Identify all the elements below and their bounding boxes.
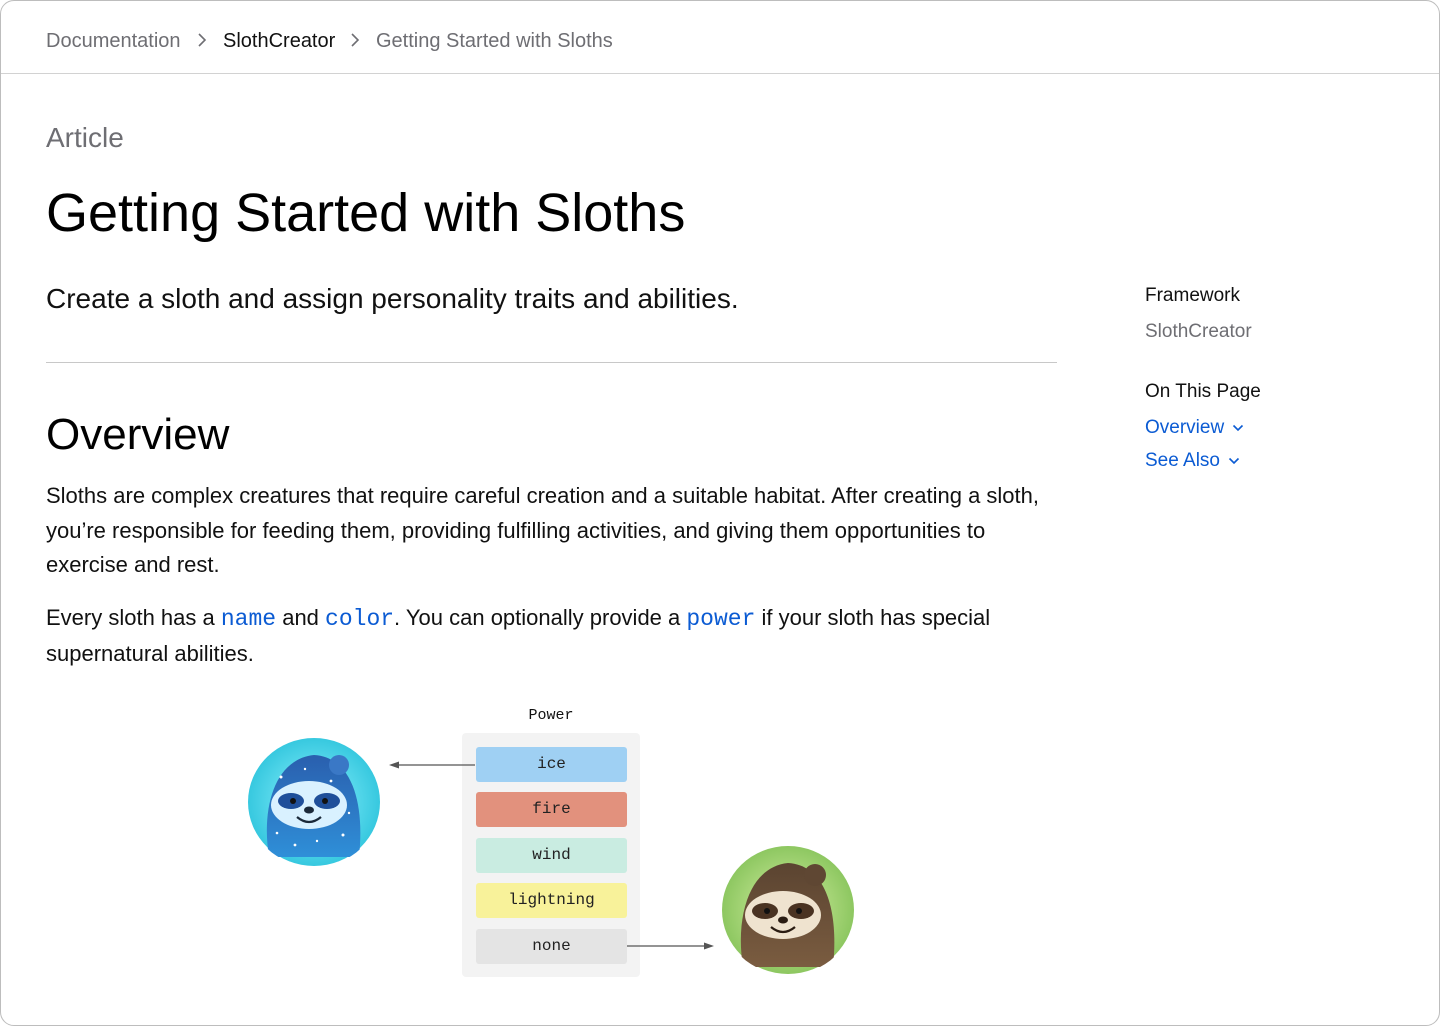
breadcrumb-current: Getting Started with Sloths <box>376 30 613 52</box>
breadcrumb: Documentation SlothCreator Getting Start… <box>1 1 1439 74</box>
divider <box>46 362 1057 363</box>
sloth-avatar <box>722 846 854 974</box>
article-abstract: Create a sloth and assign personality tr… <box>46 283 739 314</box>
on-this-page-label: On This Page <box>1145 381 1261 402</box>
symbol-link-power[interactable]: power <box>686 606 755 632</box>
symbol-link-name[interactable]: name <box>221 606 276 632</box>
breadcrumb-documentation[interactable]: Documentation <box>46 28 181 54</box>
text-span: and <box>276 605 326 630</box>
framework-label: Framework <box>1145 285 1241 306</box>
overview-paragraph-symbols: Every sloth has a name and color. You ca… <box>46 601 1066 671</box>
sidebar-link-see-also[interactable]: See Also <box>1145 449 1240 473</box>
overview-paragraph: Sloths are complex creatures that requir… <box>46 483 1039 577</box>
ice-sloth-avatar <box>248 738 380 866</box>
sidebar-link-label: See Also <box>1145 450 1220 471</box>
page-title: Getting Started with Sloths <box>46 183 686 243</box>
text-span: Every sloth has a <box>46 605 221 630</box>
chevron-right-icon <box>198 33 207 47</box>
text-span: . You can optionally provide a <box>394 605 687 630</box>
symbol-link-color[interactable]: color <box>325 606 394 632</box>
arrow-left-icon <box>389 761 475 769</box>
power-option-ice: ice <box>476 747 627 782</box>
article-eyebrow: Article <box>46 122 124 153</box>
arrow-right-icon <box>627 942 714 950</box>
chevron-right-icon <box>351 33 360 47</box>
power-option-wind: wind <box>476 838 627 873</box>
power-option-none: none <box>476 929 627 964</box>
overview-heading: Overview <box>46 410 230 459</box>
power-option-lightning: lightning <box>476 883 627 918</box>
page-frame: Documentation SlothCreator Getting Start… <box>0 0 1440 1026</box>
chevron-down-icon <box>1228 457 1240 465</box>
figure-caption: Power <box>528 707 574 724</box>
framework-value[interactable]: SlothCreator <box>1145 320 1252 344</box>
sidebar-link-overview[interactable]: Overview <box>1145 416 1244 440</box>
power-option-fire: fire <box>476 792 627 827</box>
sidebar-link-label: Overview <box>1145 417 1225 438</box>
breadcrumb-framework[interactable]: SlothCreator <box>223 28 335 54</box>
chevron-down-icon <box>1233 424 1244 432</box>
